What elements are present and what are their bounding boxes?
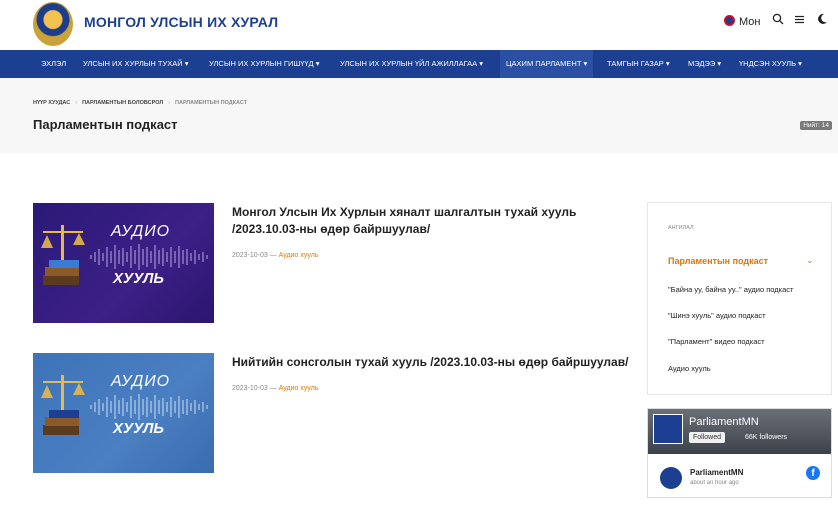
language-label: Мон [739,16,761,28]
sidebar-item[interactable]: "Шинэ хууль" аудио подкаст [668,311,766,320]
breadcrumb-separator: › [75,100,78,106]
post-title[interactable]: Монгол Улсын Их Хурлын хяналт шалгалтын … [232,204,576,238]
total-count-badge: Нийт: 14 [800,121,832,130]
page-avatar[interactable] [653,414,683,444]
sidebar-item[interactable]: "Парламент" видео подкаст [668,337,765,346]
facebook-widget: ParliamentMN Followed 66K followers Parl… [647,408,832,498]
site-title[interactable]: МОНГОЛ УЛСЫН ИХ ХУРАЛ [84,14,278,30]
search-icon[interactable] [772,13,784,28]
moon-icon[interactable] [816,13,828,28]
thumbnail-law-text: ХУУЛЬ [113,270,165,287]
breadcrumb-current: ПАРЛАМЕНТЫН ПОДКАСТ [175,100,248,106]
nav-item-secretariat[interactable]: ТАМГЫН ГАЗАР ▾ [607,50,670,78]
facebook-page-name[interactable]: ParliamentMN [689,416,759,428]
menu-icon[interactable] [794,13,805,28]
flag-icon [724,15,735,26]
facebook-icon[interactable]: f [806,466,820,480]
emblem-logo[interactable] [33,2,73,46]
nav-item-news[interactable]: МЭДЭЭ ▾ [688,50,721,78]
category-sidebar: АНГИЛАЛ Парламентын подкаст ⌄ "Байна уу,… [647,202,832,395]
sidebar-item[interactable]: "Байна уу, байна уу.." аудио подкаст [668,285,793,294]
post-thumbnail[interactable]: АУДИО ХУУЛЬ [33,203,214,323]
thumbnail-audio-text: АУДИО [111,373,171,390]
nav-item-about[interactable]: УЛСЫН ИХ ХУРЛЫН ТУХАЙ ▾ [83,50,188,78]
facebook-post-author[interactable]: ParliamentMN [690,468,743,477]
post-title[interactable]: Нийтийн сонсголын тухай хууль /2023.10.0… [232,354,628,371]
nav-item-e-parliament[interactable]: ЦАХИМ ПАРЛАМЕНТ ▾ [500,50,594,78]
main-navigation: ЭХЛЭЛ УЛСЫН ИХ ХУРЛЫН ТУХАЙ ▾ УЛСЫН ИХ Х… [0,50,838,78]
nav-item-members[interactable]: УЛСЫН ИХ ХУРЛЫН ГИШҮҮД ▾ [209,50,319,78]
thumbnail-audio-text: АУДИО [111,223,171,240]
post-thumbnail[interactable]: АУДИО ХУУЛЬ [33,353,214,473]
sidebar-heading: АНГИЛАЛ [668,225,694,231]
language-switcher[interactable]: Мон [724,15,760,28]
page-heading: НҮҮР ХУУДАС › ПАРЛАМЕНТЫН БОЛОВСРОЛ › ПАРЛАМ… [0,78,838,153]
post-category-link[interactable]: Аудио хууль [279,385,319,392]
breadcrumb: НҮҮР ХУУДАС › ПАРЛАМЕНТЫН БОЛОВСРОЛ › ПАРЛАМ… [33,100,247,106]
page-title: Парламентын подкаст [33,117,178,132]
post-date: 2023-10-03 — [232,385,279,392]
post-title-line: Монгол Улсын Их Хурлын хяналт шалгалтын … [232,205,577,219]
chevron-down-icon[interactable]: ⌄ [806,255,814,266]
post-avatar[interactable] [660,467,682,489]
post-category-link[interactable]: Аудио хууль [279,252,319,259]
breadcrumb-separator: › [168,100,171,106]
nav-item-home[interactable]: ЭХЛЭЛ [41,50,66,78]
breadcrumb-home[interactable]: НҮҮР ХУУДАС [33,100,70,106]
followed-button[interactable]: Followed [689,432,726,443]
thumbnail-law-text: ХУУЛЬ [113,420,165,437]
sidebar-item-podcast[interactable]: Парламентын подкаст [668,256,768,266]
nav-item-constitution[interactable]: ҮНДСЭН ХУУЛЬ ▾ [739,50,802,78]
post-date: 2023-10-03 — [232,252,279,259]
post-meta: 2023-10-03 — Аудио хууль [232,385,318,392]
post-meta: 2023-10-03 — Аудио хууль [232,252,318,259]
sidebar-item[interactable]: Аудио хууль [668,364,711,373]
breadcrumb-section[interactable]: ПАРЛАМЕНТЫН БОЛОВСРОЛ [82,100,163,106]
post-title-line: /2023.10.03-ны өдөр байршуулав/ [232,222,431,236]
followers-count: 66K followers [745,434,788,441]
facebook-post-time[interactable]: about an hour ago [690,480,739,486]
site-header: МОНГОЛ УЛСЫН ИХ ХУРАЛ Мон [0,0,838,50]
nav-item-activities[interactable]: УЛСЫН ИХ ХУРЛЫН ҮЙЛ АЖИЛЛАГАА ▾ [340,50,483,78]
